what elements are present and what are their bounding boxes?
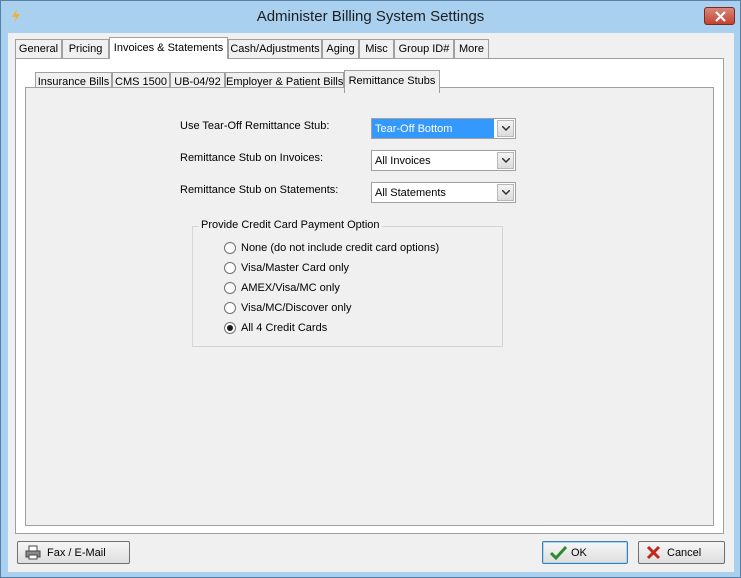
ok-label: OK (571, 547, 587, 559)
statements-value: All Statements (375, 187, 446, 199)
dropdown-arrow-button[interactable] (497, 184, 514, 201)
subtab-remittance-stubs[interactable]: Remittance Stubs (344, 70, 440, 93)
tab-invoices-statements[interactable]: Invoices & Statements (109, 37, 228, 59)
dropdown-arrow-button[interactable] (497, 120, 514, 137)
close-button[interactable] (704, 7, 735, 25)
tab-more[interactable]: More (454, 39, 489, 58)
radio-button[interactable] (224, 282, 236, 294)
statements-dropdown[interactable]: All Statements (371, 182, 516, 203)
radio-label: Visa/Master Card only (241, 262, 350, 274)
invoices-label: Remittance Stub on Invoices: (180, 152, 324, 164)
fax-email-button[interactable]: Fax / E-Mail (17, 541, 130, 564)
checkmark-icon (549, 545, 568, 563)
credit-card-option-group: Provide Credit Card Payment Option None … (192, 219, 503, 347)
radio-label: Visa/MC/Discover only (241, 302, 352, 314)
settings-window: Administer Billing System Settings Gener… (0, 0, 741, 578)
tab-aging[interactable]: Aging (322, 39, 359, 58)
fax-email-label: Fax / E-Mail (47, 547, 106, 559)
ok-button[interactable]: OK (542, 541, 628, 564)
remittance-stubs-panel: Use Tear-Off Remittance Stub: Tear-Off B… (25, 87, 714, 526)
statements-label: Remittance Stub on Statements: (180, 184, 339, 196)
radio-button[interactable] (224, 242, 236, 254)
tear-off-dropdown[interactable]: Tear-Off Bottom (371, 118, 516, 139)
tab-general[interactable]: General (15, 39, 62, 58)
tab-pricing[interactable]: Pricing (62, 39, 109, 58)
printer-icon (25, 545, 41, 563)
invoices-statements-panel: Insurance Bills CMS 1500 UB-04/92 Employ… (15, 58, 724, 534)
chevron-down-icon (502, 126, 510, 131)
window-client-area: General Pricing Invoices & Statements Ca… (8, 33, 734, 572)
group-title: Provide Credit Card Payment Option (199, 219, 382, 231)
tear-off-value: Tear-Off Bottom (372, 119, 494, 138)
radio-button[interactable] (224, 302, 236, 314)
cancel-button[interactable]: Cancel (638, 541, 725, 564)
radio-button[interactable] (224, 262, 236, 274)
radio-button-checked[interactable] (224, 322, 236, 334)
tab-misc[interactable]: Misc (359, 39, 394, 58)
x-icon (646, 545, 661, 563)
tab-cash-adjustments[interactable]: Cash/Adjustments (228, 39, 322, 58)
radio-label: AMEX/Visa/MC only (241, 282, 340, 294)
title-bar[interactable]: Administer Billing System Settings (1, 1, 740, 33)
invoices-dropdown[interactable]: All Invoices (371, 150, 516, 171)
tear-off-label: Use Tear-Off Remittance Stub: (180, 120, 330, 132)
window-title: Administer Billing System Settings (256, 8, 485, 25)
dropdown-arrow-button[interactable] (497, 152, 514, 169)
chevron-down-icon (502, 190, 510, 195)
cancel-label: Cancel (667, 547, 702, 559)
invoices-value: All Invoices (375, 155, 431, 167)
radio-label: All 4 Credit Cards (241, 322, 328, 334)
chevron-down-icon (502, 158, 510, 163)
radio-label: None (do not include credit card options… (241, 242, 440, 254)
close-icon (715, 11, 726, 22)
tab-group-id[interactable]: Group ID# (394, 39, 454, 58)
